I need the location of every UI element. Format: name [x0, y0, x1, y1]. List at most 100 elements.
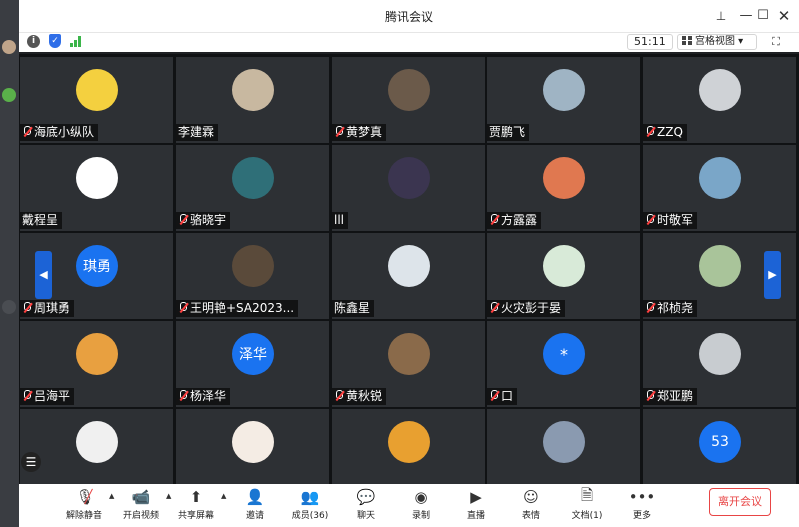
maximize-button[interactable]: ☐ [753, 6, 773, 26]
participant-tile[interactable]: * 口 [487, 321, 640, 407]
mic-muted-icon [22, 302, 32, 313]
camera-off-icon: 📹 [131, 488, 151, 506]
members-button[interactable]: 👥 成员(36) [287, 486, 333, 521]
audio-options-caret-icon[interactable]: ▲ [109, 492, 114, 500]
participant-name-text: 口 [501, 389, 514, 403]
participant-tile[interactable]: 火灾彭于晏 [487, 233, 640, 319]
participant-tile[interactable]: 黄秋锐 [332, 321, 485, 407]
signal-icon[interactable] [70, 36, 84, 47]
participant-tile[interactable]: 泽华 杨泽华 [176, 321, 329, 407]
participant-tile[interactable]: 陈鑫星 [332, 233, 485, 319]
unmute-label: 解除静音 [65, 511, 102, 521]
leave-meeting-button[interactable]: 离开会议 [709, 488, 771, 516]
participant-tile[interactable]: 黄梦真 [332, 57, 485, 143]
pin-icon[interactable]: ⊥ [711, 6, 731, 26]
meeting-window: 腾讯会议 ⊥ — ☐ ✕ i ✓ 51:11 宫格视图 ▾ ⛶ 海底小纵队 李建霖… [19, 0, 799, 527]
participant-tile[interactable]: 李建霖 [176, 57, 329, 143]
chat-button[interactable]: 💬 聊天 [349, 486, 383, 521]
participant-tile[interactable]: 王明艳+SA2023... [176, 233, 329, 319]
live-button[interactable]: ▶ 直播 [459, 486, 493, 521]
sketch-avatar [699, 333, 741, 375]
prev-page-button[interactable]: ◀ [35, 251, 52, 299]
participant-name-text: 黄秋锐 [346, 389, 383, 403]
unmute-button[interactable]: 🎙 ╱ 解除静音 [59, 486, 109, 521]
participant-name-text: 王明艳+SA2023... [190, 301, 295, 315]
invite-button[interactable]: 👤 邀请 [237, 486, 273, 521]
participant-tile[interactable]: lll [332, 145, 485, 231]
anime-avatar [543, 421, 585, 463]
participant-name: 火灾彭于晏 [487, 300, 566, 317]
participant-tile[interactable]: 贾鹏飞 [487, 57, 640, 143]
participant-tile[interactable]: 吕海平 [20, 321, 173, 407]
participant-name-text: 郑亚鹏 [657, 389, 694, 403]
next-page-button[interactable]: ▶ [764, 251, 781, 299]
participant-name-text: 黄梦真 [346, 125, 383, 139]
share-screen-button[interactable]: ⬆ 共享屏幕 [171, 486, 221, 521]
participant-tile[interactable]: 方露露 [487, 145, 640, 231]
mic-muted-icon [489, 302, 499, 313]
mic-muted-icon [178, 390, 188, 401]
participant-tile[interactable] [176, 409, 329, 495]
desktop-icon [2, 40, 16, 54]
live-label: 直播 [466, 511, 485, 521]
start-video-button[interactable]: 📹 开启视频 [116, 486, 166, 521]
participant-tile[interactable]: 53 [643, 409, 796, 495]
participant-name-text: 杨泽华 [190, 389, 227, 403]
meeting-toolbar: i ✓ 51:11 宫格视图 ▾ ⛶ [19, 33, 799, 52]
view-mode-button[interactable]: 宫格视图 ▾ [677, 34, 757, 50]
participant-tile[interactable]: 戴程呈 [20, 145, 173, 231]
participant-tile[interactable] [20, 409, 173, 495]
mic-muted-icon: 🎙 ╱ [75, 488, 95, 506]
meeting-timer: 51:11 [627, 34, 673, 50]
mic-muted-icon [22, 126, 32, 137]
participant-name-text: 方露露 [501, 213, 538, 227]
participant-tile[interactable]: 时敬军 [643, 145, 796, 231]
desktop-icon [2, 300, 16, 314]
participant-tile[interactable]: 骆晓宇 [176, 145, 329, 231]
control-bar: 🎙 ╱ 解除静音 ▲ 📹 开启视频 ▲ ⬆ 共享屏幕 ▲ 👤 邀请 👥 成员(36… [19, 484, 799, 527]
share-options-caret-icon[interactable]: ▲ [221, 492, 226, 500]
info-icon[interactable]: i [27, 35, 40, 48]
landscape-avatar [543, 69, 585, 111]
close-button[interactable]: ✕ [774, 6, 794, 26]
participant-name: ZZQ [643, 124, 687, 141]
participant-tile[interactable] [332, 409, 485, 495]
participant-name-text: 吕海平 [34, 389, 71, 403]
record-button[interactable]: ◉ 录制 [404, 486, 438, 521]
participant-tile[interactable]: ZZQ [643, 57, 796, 143]
more-label: 更多 [632, 511, 651, 521]
mic-muted-icon [178, 214, 188, 225]
share-screen-label: 共享屏幕 [177, 511, 214, 521]
mic-muted-icon [645, 390, 655, 401]
participant-name: lll [332, 212, 349, 229]
mic-muted-icon [334, 390, 344, 401]
more-button[interactable]: ••• 更多 [625, 486, 659, 521]
grid-view-icon [682, 36, 692, 45]
sketch-avatar [388, 245, 430, 287]
minion-avatar [76, 69, 118, 111]
participant-name: 贾鹏飞 [487, 124, 530, 141]
person-photo-avatar [232, 69, 274, 111]
participant-tile[interactable] [487, 409, 640, 495]
participant-name: 时敬军 [643, 212, 698, 229]
mic-muted-icon [178, 302, 188, 313]
flower-avatar [543, 157, 585, 199]
drawn-person-avatar [232, 421, 274, 463]
cat-avatar [388, 333, 430, 375]
participant-name-text: ZZQ [657, 125, 683, 139]
docs-button[interactable]: 🗎 文档(1) [567, 486, 607, 522]
participant-name: 吕海平 [20, 388, 75, 405]
participant-name: 陈鑫星 [332, 300, 375, 317]
participant-name: 口 [487, 388, 518, 405]
members-label: 成员(36) [291, 511, 329, 521]
shield-icon[interactable]: ✓ [49, 34, 61, 48]
mic-muted-icon [645, 126, 655, 137]
snowflake-avatar [232, 157, 274, 199]
list-icon[interactable]: ☰ [21, 452, 41, 472]
participant-name-text: 陈鑫星 [334, 301, 371, 315]
participant-name-text: 火灾彭于晏 [501, 301, 562, 315]
participant-tile[interactable]: 郑亚鹏 [643, 321, 796, 407]
participant-tile[interactable]: 海底小纵队 [20, 57, 173, 143]
reactions-button[interactable]: ☺ 表情 [514, 486, 548, 521]
fullscreen-icon[interactable]: ⛶ [769, 35, 783, 48]
